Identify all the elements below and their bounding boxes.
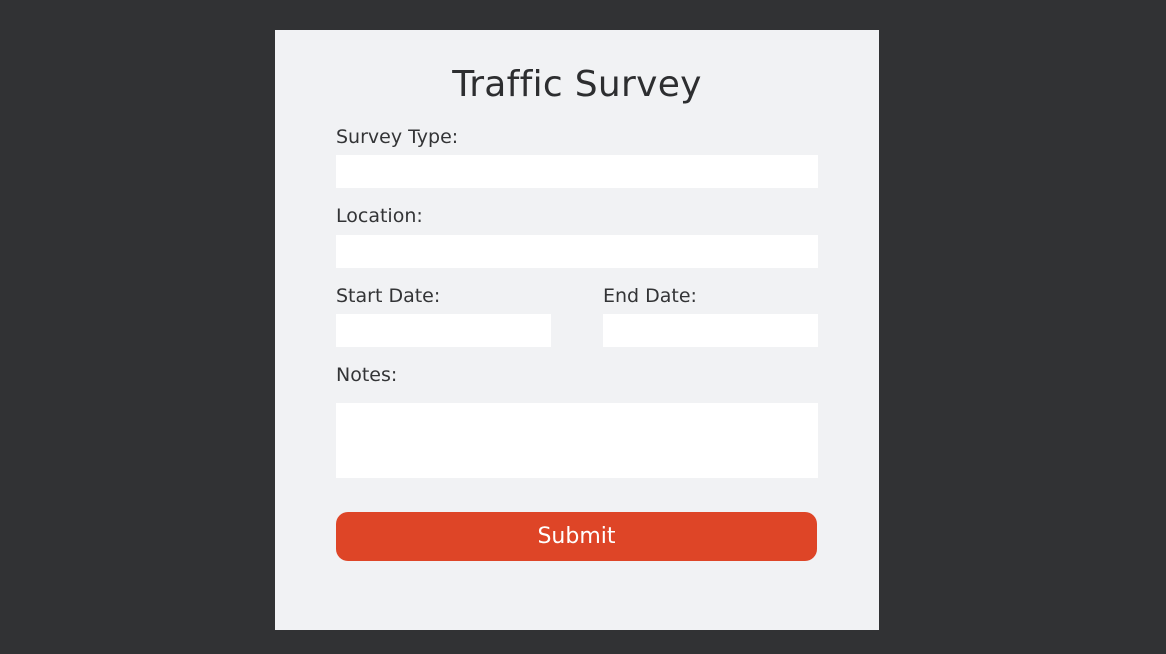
survey-form-card: Traffic Survey Survey Type: Location: St… xyxy=(275,30,879,630)
end-date-label: End Date: xyxy=(603,285,697,307)
end-date-input[interactable] xyxy=(603,314,818,347)
submit-button[interactable]: Submit xyxy=(336,512,817,561)
location-input[interactable] xyxy=(336,235,818,268)
notes-label: Notes: xyxy=(336,364,398,386)
start-date-input[interactable] xyxy=(336,314,551,347)
survey-type-label: Survey Type: xyxy=(336,126,459,148)
start-date-label: Start Date: xyxy=(336,285,441,307)
page-title: Traffic Survey xyxy=(452,64,702,105)
survey-type-input[interactable] xyxy=(336,155,818,188)
notes-textarea[interactable] xyxy=(336,403,818,478)
location-label: Location: xyxy=(336,205,423,227)
